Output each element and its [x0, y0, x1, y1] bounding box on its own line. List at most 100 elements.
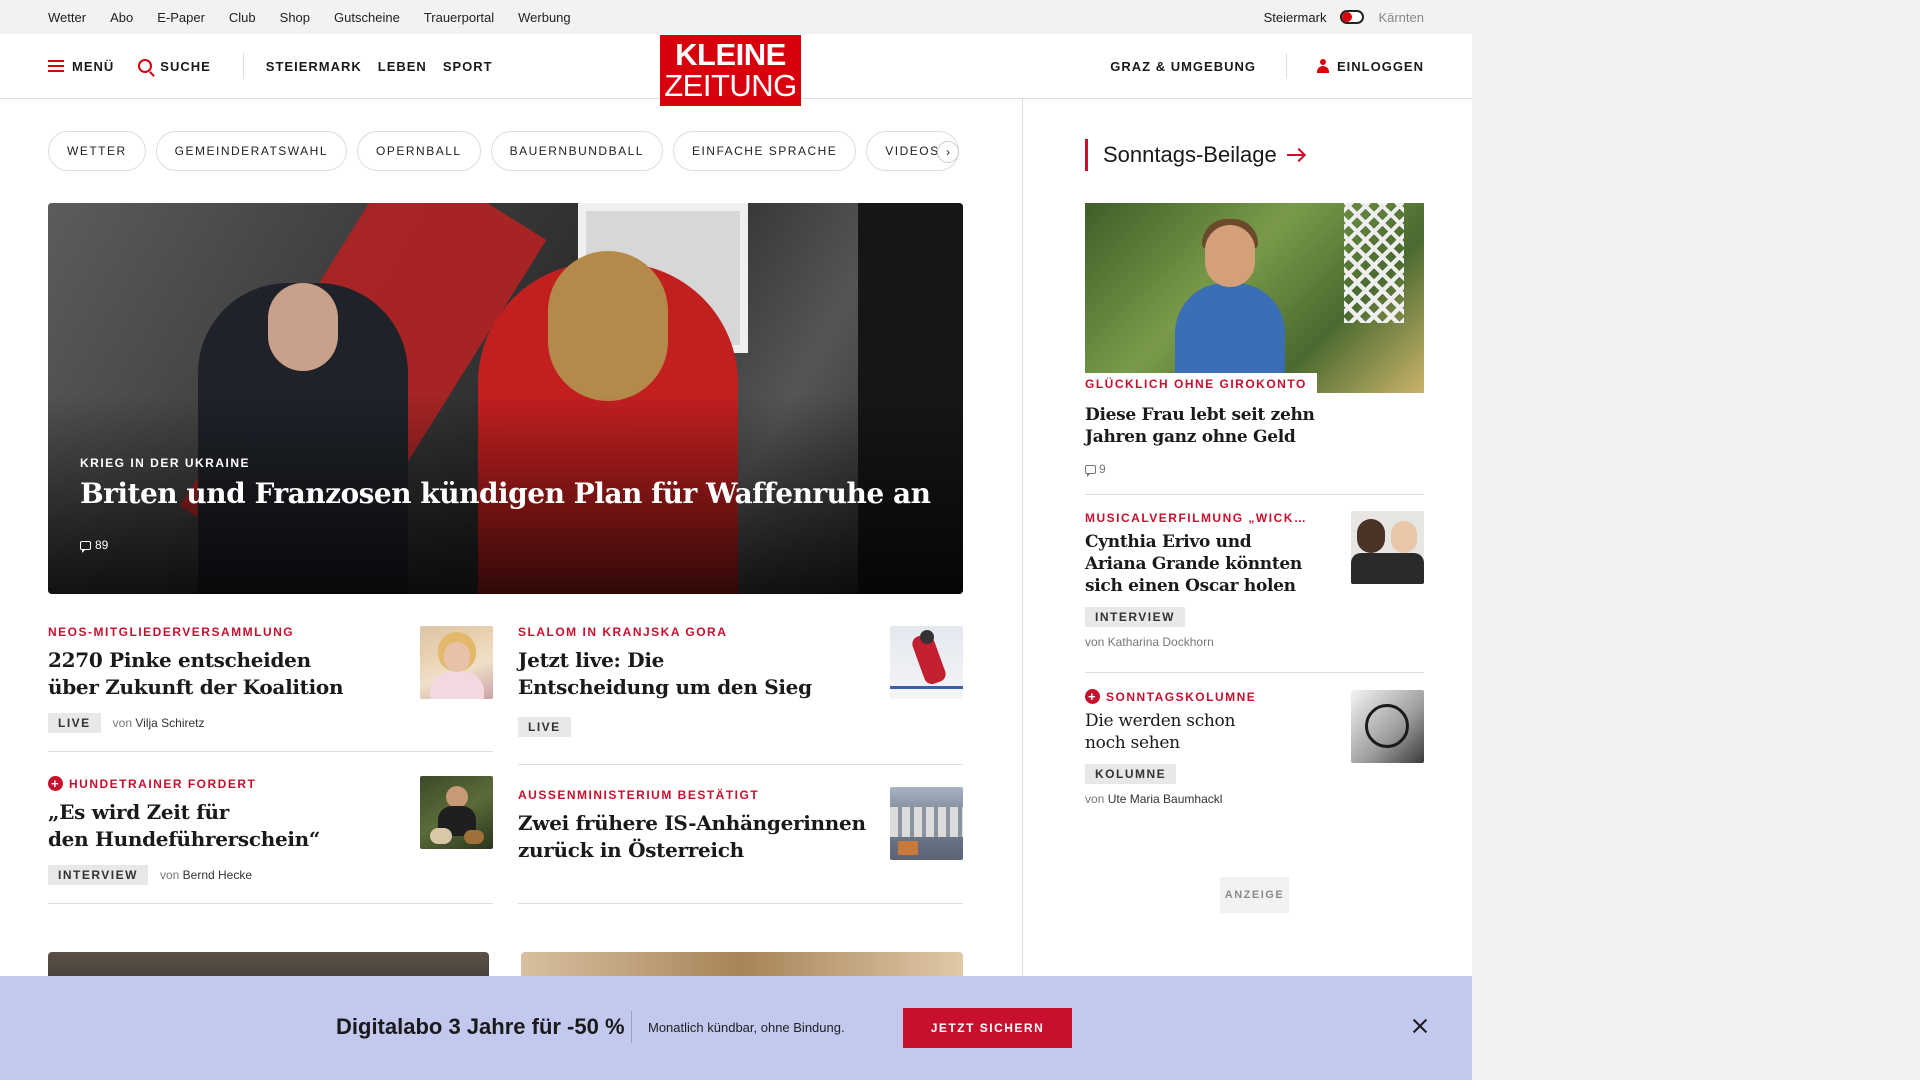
byline-prefix: von	[159, 868, 180, 882]
region-link-graz[interactable]: GRAZ & UMGEBUNG	[1110, 59, 1256, 74]
nav-leben[interactable]: LEBEN	[378, 59, 427, 74]
service-link-wetter[interactable]: Wetter	[48, 10, 86, 25]
thumb-glasses	[1365, 704, 1409, 748]
banner-title: Digitalabo 3 Jahre für -50 %	[336, 1014, 625, 1039]
sidebar-divider	[1085, 494, 1424, 495]
close-icon[interactable]	[1410, 1016, 1430, 1036]
article-divider	[518, 764, 963, 765]
region-toggle[interactable]	[1340, 10, 1365, 24]
nav-steiermark[interactable]: STEIERMARK	[266, 59, 362, 74]
thumb-gate	[890, 686, 963, 689]
article-title-line: noch sehen	[1085, 733, 1180, 753]
hero-image-head-left	[268, 283, 338, 371]
tag-wetter[interactable]: WETTER	[48, 131, 146, 171]
author-name: Bernd Hecke	[182, 868, 253, 882]
article-meta: LIVE von Vilja Schiretz	[48, 713, 493, 733]
article-thumbnail[interactable]	[420, 626, 493, 699]
logo-line-1: KLEINE	[675, 37, 786, 72]
service-link-abo[interactable]: Abo	[110, 10, 133, 25]
article-thumbnail[interactable]	[890, 787, 963, 860]
hero-title[interactable]: Briten und Franzosen kündigen Plan für W…	[80, 477, 931, 510]
service-link-werbung[interactable]: Werbung	[518, 10, 571, 25]
thumb-tent	[898, 841, 918, 855]
article-title-line: Diese Frau lebt seit zehn	[1085, 405, 1315, 425]
sidebar-divider	[1085, 672, 1424, 673]
sidebar-lead-image[interactable]	[1085, 203, 1424, 393]
sidebar-article[interactable]: + SONNTAGSKOLUMNE Die werden schon noch …	[1085, 689, 1315, 806]
comment-count: 9	[1099, 462, 1106, 476]
thumb-body	[1351, 553, 1424, 584]
nav-sport[interactable]: SPORT	[443, 59, 493, 74]
article-title-line: Die werden schon	[1085, 711, 1236, 731]
tag-gemeinderatswahl[interactable]: GEMEINDERATSWAHL	[155, 131, 348, 171]
service-link-trauerportal[interactable]: Trauerportal	[424, 10, 494, 25]
region-kaernten[interactable]: Kärnten	[1378, 10, 1424, 25]
service-link-shop[interactable]: Shop	[280, 10, 310, 25]
article-kicker: HUNDETRAINER FORDERT	[69, 776, 257, 791]
article-divider	[48, 751, 493, 752]
thumb-dog-2	[464, 830, 484, 844]
login-label: EINLOGGEN	[1336, 58, 1424, 74]
interview-badge: INTERVIEW	[48, 865, 148, 885]
user-icon	[1316, 59, 1329, 73]
logo-line-2: ZEITUNG	[664, 68, 797, 103]
article-meta: KOLUMNE	[1085, 764, 1315, 784]
hero-comment-count: 89	[95, 538, 109, 552]
article-title-line: Cynthia Erivo und	[1085, 532, 1252, 552]
menu-button[interactable]: MENÜ	[48, 59, 114, 74]
tag-opernball[interactable]: OPERNBALL	[357, 131, 481, 171]
service-link-gutscheine[interactable]: Gutscheine	[334, 10, 400, 25]
kleine-zeitung-logo[interactable]: KLEINE ZEITUNG	[660, 35, 801, 106]
tags-next-button[interactable]: ›	[937, 141, 959, 163]
sidebar-title-text: Sonntags-Beilage	[1103, 142, 1277, 167]
article-kicker: MUSICALVERFILMUNG „WICK…	[1085, 511, 1308, 525]
article-thumbnail[interactable]	[890, 626, 963, 699]
service-link-epaper[interactable]: E-Paper	[157, 10, 205, 25]
page: Wetter Abo E-Paper Club Shop Gutscheine …	[0, 0, 1472, 1080]
comment-icon	[80, 540, 91, 553]
sidebar-title[interactable]: Sonntags-Beilage	[1085, 139, 1303, 171]
thumb-face	[446, 786, 468, 808]
service-link-club[interactable]: Club	[229, 10, 256, 25]
hero-comments[interactable]: 89	[80, 538, 109, 553]
search-button[interactable]: SUCHE	[138, 59, 211, 74]
article-thumbnail[interactable]	[1351, 511, 1424, 584]
author-name: Vilja Schiretz	[135, 716, 205, 730]
lead-image-face	[1205, 225, 1255, 287]
article-title[interactable]: Die werden schon noch sehen	[1085, 710, 1315, 754]
topic-tags: WETTER GEMEINDERATSWAHL OPERNBALL BAUERN…	[48, 131, 968, 171]
article-title-line: Ariana Grande könnten	[1085, 554, 1302, 574]
article-thumbnail[interactable]	[420, 776, 493, 849]
author-name: Ute Maria Baumhackl	[1107, 792, 1223, 806]
subscription-banner: Digitalabo 3 Jahre für -50 % Monatlich k…	[0, 976, 1472, 1080]
tag-bauernbundball[interactable]: BAUERNBUNDBALL	[490, 131, 663, 171]
hero-image-head-right	[548, 251, 668, 401]
region-steiermark[interactable]: Steiermark	[1264, 10, 1327, 25]
header-nav: STEIERMARK LEBEN SPORT	[266, 59, 493, 74]
article-divider	[518, 903, 963, 904]
plus-icon: +	[1085, 689, 1100, 704]
login-button[interactable]: EINLOGGEN	[1316, 58, 1424, 74]
banner-subtitle: Monatlich kündbar, ohne Bindung.	[648, 1020, 845, 1035]
article-thumbnail[interactable]	[1351, 690, 1424, 763]
hero-article[interactable]: KRIEG IN DER UKRAINE Briten und Franzose…	[48, 203, 963, 594]
interview-badge: INTERVIEW	[1085, 607, 1185, 627]
article-title[interactable]: Cynthia Erivo und Ariana Grande könnten …	[1085, 531, 1315, 597]
thumb-face	[1357, 519, 1385, 553]
tag-einfache-sprache[interactable]: EINFACHE SPRACHE	[672, 131, 857, 171]
thumb-face	[444, 642, 470, 672]
sidebar-lead-article[interactable]: Diese Frau lebt seit zehn Jahren ganz oh…	[1085, 404, 1424, 477]
sidebar-article[interactable]: MUSICALVERFILMUNG „WICK… Cynthia Erivo u…	[1085, 511, 1315, 649]
subscribe-button[interactable]: JETZT SICHERN	[903, 1008, 1072, 1048]
article-title[interactable]: Diese Frau lebt seit zehn Jahren ganz oh…	[1085, 404, 1424, 448]
article-meta: LIVE	[518, 717, 963, 737]
header-divider-right	[1285, 53, 1287, 79]
byline: von Katharina Dockhorn	[1085, 635, 1214, 649]
main-header: MENÜ SUCHE STEIERMARK LEBEN SPORT KLEINE…	[0, 34, 1472, 106]
menu-label: MENÜ	[72, 58, 115, 74]
byline: von Ute Maria Baumhackl	[1085, 792, 1315, 806]
sidebar-lead-kicker: GLÜCKLICH OHNE GIROKONTO	[1085, 373, 1317, 393]
kolumne-badge: KOLUMNE	[1085, 764, 1177, 784]
article-comments[interactable]: 9	[1085, 462, 1424, 477]
search-label: SUCHE	[160, 58, 211, 74]
